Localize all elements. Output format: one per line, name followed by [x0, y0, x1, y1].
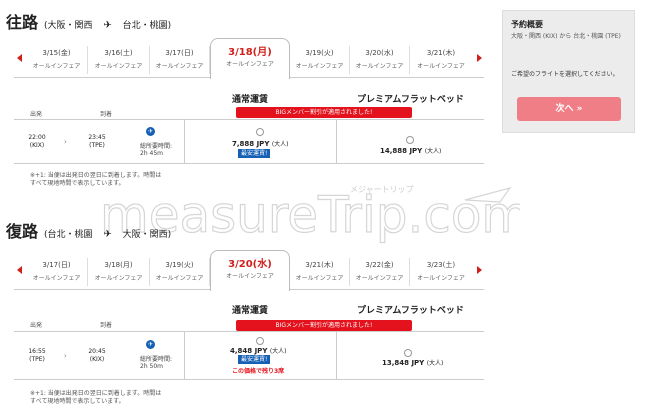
return-date-tab[interactable]: 3/21(木) オールインフェア — [290, 258, 350, 286]
promo-banner: BIGメンバー割引が適用されました! — [236, 320, 412, 331]
divider — [184, 331, 185, 379]
return-destination: 大阪・関西) — [122, 230, 172, 240]
return-title: 復路 — [6, 222, 39, 241]
return-date-bar: 3/17(日) オールインフェア 3/18(月) オールインフェア 3/19(火) オ… — [14, 250, 484, 291]
return-date-tab-selected[interactable]: 3/20(水) オールインフェア — [210, 250, 290, 291]
prev-dates-icon[interactable] — [14, 258, 24, 282]
outbound-date-tab[interactable]: 3/21(木) オールインフェア — [410, 46, 472, 74]
outbound-price-normal: 7,888 JPY (大人) — [232, 140, 289, 148]
return-date-tab[interactable]: 3/23(土) オールインフェア — [410, 258, 472, 286]
lowest-fare-badge: 最安運賃! — [238, 355, 271, 364]
chevron-right-icon: › — [64, 352, 67, 360]
chevron-right-icon: › — [64, 138, 67, 146]
route-arrow-icon: ✈ — [103, 229, 112, 240]
fare-flatbed-radio[interactable] — [406, 136, 414, 144]
outbound-date-tab[interactable]: 3/16(土) オールインフェア — [88, 46, 150, 74]
divider — [336, 119, 337, 163]
return-arrive: 20:45 (KIX) — [88, 348, 106, 363]
watermark-plane-icon — [464, 186, 512, 203]
outbound-date-tab[interactable]: 3/15(金) オールインフェア — [26, 46, 88, 74]
divider — [14, 163, 484, 164]
promo-banner: BIGメンバー割引が適用されました! — [236, 107, 412, 118]
summary-title: 予約概要 — [511, 20, 543, 29]
outbound-price-flatbed: 14,888 JPY (大人) — [380, 147, 442, 155]
col-depart: 出発 — [30, 111, 43, 118]
outbound-route: (大阪・関西 ✈ 台北・桃園) — [44, 18, 171, 31]
fare-flatbed-heading: プレミアムフラットベッド — [357, 95, 464, 105]
divider — [14, 379, 484, 380]
return-date-tab[interactable]: 3/19(火) オールインフェア — [150, 258, 210, 286]
outbound-note: ※+1: 当便は出発日の翌日に到着します。時間は すべて現地時間で表示しています… — [30, 172, 162, 187]
fare-flatbed-heading: プレミアムフラットベッド — [357, 306, 464, 316]
outbound-date-tab-selected[interactable]: 3/18(月) オールインフェア — [210, 38, 290, 79]
outbound-depart: 22:00 (KIX) — [28, 134, 46, 149]
flight-details-icon[interactable]: ✈ — [146, 127, 155, 136]
return-note: ※+1: 当便は出発日の翌日に到着します。時間は すべて現地時間で表示しています… — [30, 390, 162, 405]
next-button[interactable]: 次へ » — [517, 97, 621, 121]
summary-route: 大阪・関西 (KIX) から 台北・桃園 (TPE) — [511, 33, 621, 40]
return-price-flatbed: 13,848 JPY (大人) — [382, 359, 444, 367]
next-dates-icon[interactable] — [474, 258, 484, 282]
return-duration: 総所要時間: 2h 50m — [140, 356, 173, 370]
return-route: (台北・桃園 ✈ 大阪・関西) — [44, 227, 171, 240]
outbound-heading: 往路 (大阪・関西 ✈ 台北・桃園) — [6, 9, 171, 33]
flight-details-icon[interactable]: ✈ — [146, 340, 155, 349]
return-price-normal: 4,848 JPY (大人) — [230, 347, 287, 355]
summary-message: ご希望のフライトを選択してください。 — [511, 71, 619, 78]
divider — [184, 119, 185, 163]
fare-flatbed-radio[interactable] — [404, 349, 412, 357]
seats-left-notice: この価格で残り3席 — [232, 368, 285, 375]
fare-normal-radio[interactable] — [256, 128, 264, 136]
fare-normal-heading: 通常運賃 — [232, 306, 269, 316]
col-arrive: 到着 — [100, 322, 113, 329]
col-arrive: 到着 — [100, 111, 113, 118]
col-depart: 出発 — [30, 322, 43, 329]
outbound-date-tab[interactable]: 3/20(水) オールインフェア — [350, 46, 410, 74]
lowest-fare-badge: 最安運賃! — [238, 149, 271, 158]
outbound-destination: 台北・桃園) — [122, 21, 172, 31]
outbound-date-tab[interactable]: 3/17(日) オールインフェア — [150, 46, 210, 74]
return-date-tab[interactable]: 3/17(日) オールインフェア — [26, 258, 88, 286]
next-dates-icon[interactable] — [474, 46, 484, 70]
divider — [336, 331, 337, 379]
route-arrow-icon: ✈ — [103, 20, 112, 31]
watermark-subtext: メジャートリップ — [350, 185, 414, 194]
outbound-title: 往路 — [6, 13, 39, 32]
return-depart: 16:55 (TPE) — [28, 348, 46, 363]
fare-normal-radio[interactable] — [256, 337, 264, 345]
prev-dates-icon[interactable] — [14, 46, 24, 70]
return-date-tab[interactable]: 3/22(金) オールインフェア — [350, 258, 410, 286]
return-origin: (台北・桃園 — [44, 230, 93, 240]
divider — [14, 331, 484, 332]
outbound-origin: (大阪・関西 — [44, 21, 93, 31]
booking-summary-panel: 予約概要 大阪・関西 (KIX) から 台北・桃園 (TPE) ご希望のフライト… — [502, 10, 635, 133]
return-date-tab[interactable]: 3/18(月) オールインフェア — [88, 258, 150, 286]
outbound-date-bar: 3/15(金) オールインフェア 3/16(土) オールインフェア 3/17(日) オ… — [14, 38, 484, 79]
return-heading: 復路 (台北・桃園 ✈ 大阪・関西) — [6, 218, 171, 242]
divider — [14, 119, 484, 120]
outbound-arrive: 23:45 (TPE) — [88, 134, 106, 149]
outbound-date-tab[interactable]: 3/19(火) オールインフェア — [290, 46, 350, 74]
outbound-duration: 総所要時間: 2h 45m — [140, 143, 173, 157]
fare-normal-heading: 通常運賃 — [232, 95, 269, 105]
